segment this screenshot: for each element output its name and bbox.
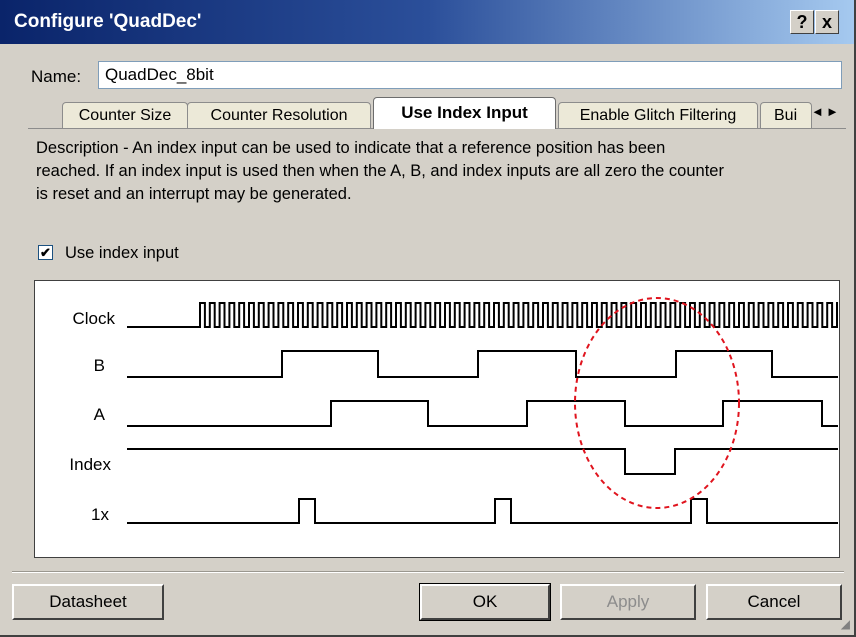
tab-bui[interactable]: Bui	[760, 102, 812, 129]
tab-counter-resolution[interactable]: Counter Resolution	[187, 102, 371, 129]
highlight-ellipse	[574, 297, 740, 509]
close-button[interactable]: x	[815, 10, 839, 34]
configure-dialog: Configure 'QuadDec' ? x Name: QuadDec_8b…	[0, 0, 856, 637]
use-index-label: Use index input	[65, 244, 179, 262]
tab-scroll-right-icon[interactable]: ►	[826, 104, 839, 119]
window-title: Configure 'QuadDec'	[14, 11, 202, 32]
tab-strip: Counter Size Counter Resolution Use Inde…	[0, 95, 854, 129]
name-field[interactable]: QuadDec_8bit	[98, 61, 842, 89]
tab-use-index-input[interactable]: Use Index Input	[373, 97, 556, 129]
help-button[interactable]: ?	[790, 10, 814, 34]
index-waveform	[127, 448, 838, 475]
title-bar[interactable]: Configure 'QuadDec' ? x	[0, 0, 854, 44]
ok-button[interactable]: OK	[419, 583, 551, 621]
tab-enable-glitch-filtering[interactable]: Enable Glitch Filtering	[558, 102, 758, 129]
resize-grip-icon[interactable]: ◢	[841, 617, 850, 631]
1x-waveform	[127, 498, 838, 524]
cancel-button[interactable]: Cancel	[706, 584, 842, 620]
tab-counter-size[interactable]: Counter Size	[62, 102, 188, 129]
datasheet-button[interactable]: Datasheet	[12, 584, 164, 620]
waveforms	[127, 297, 838, 524]
use-index-checkbox[interactable]: ✔	[38, 245, 53, 260]
description-text: Description - An index input can be used…	[36, 139, 724, 203]
separator	[12, 571, 844, 573]
name-label: Name:	[31, 67, 82, 86]
b-waveform	[127, 350, 838, 378]
clock-waveform	[127, 302, 838, 328]
tab-scroll-left-icon[interactable]: ◄	[811, 104, 824, 119]
a-waveform	[127, 400, 838, 427]
apply-button[interactable]: Apply	[560, 584, 696, 620]
timing-diagram: Clock B A Index 1x	[34, 280, 840, 558]
